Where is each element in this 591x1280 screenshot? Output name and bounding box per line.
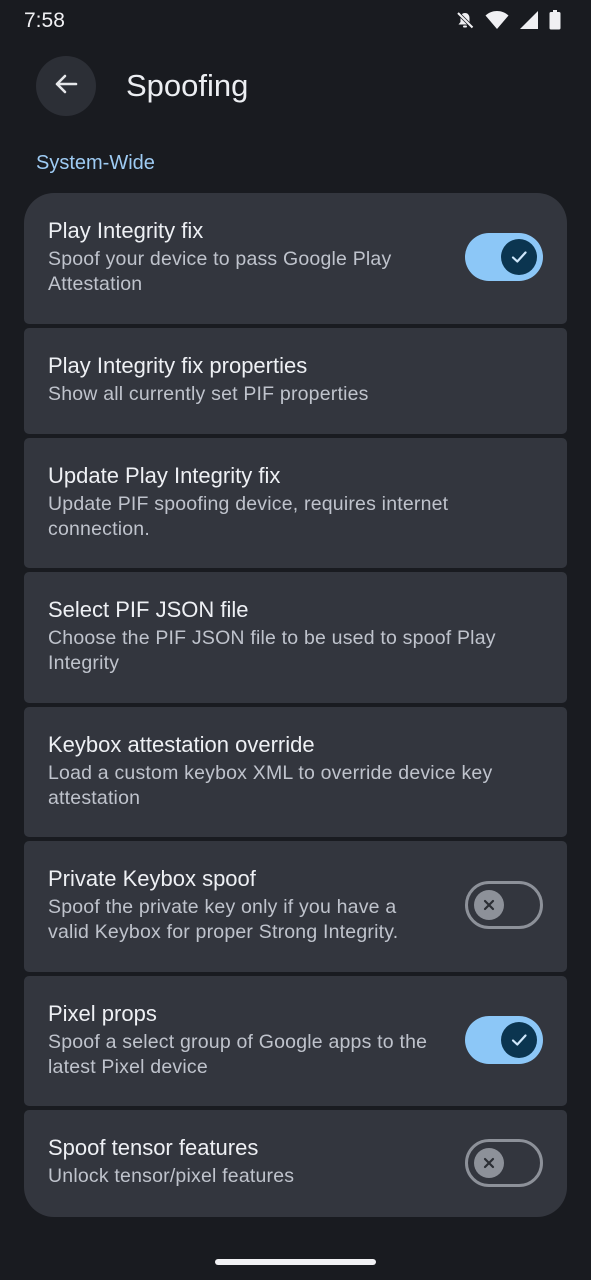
pref-title: Pixel props xyxy=(48,1001,157,1026)
close-icon xyxy=(474,1148,504,1178)
pref-title: Update Play Integrity fix xyxy=(48,463,281,488)
pref-summary: Update PIF spoofing device, requires int… xyxy=(48,493,449,540)
pref-update-pif[interactable]: Update Play Integrity fix Update PIF spo… xyxy=(24,438,567,568)
pixel-props-switch[interactable] xyxy=(465,1016,543,1064)
section-header: System-Wide xyxy=(36,152,155,174)
pref-summary: Show all currently set PIF properties xyxy=(48,383,369,405)
close-icon xyxy=(474,890,504,920)
arrow-back-icon xyxy=(52,70,80,103)
check-icon xyxy=(501,1022,537,1058)
preference-list: Play Integrity fix Spoof your device to … xyxy=(24,193,567,1217)
status-time: 7:58 xyxy=(24,9,65,32)
app-bar: Spoofing xyxy=(0,56,591,116)
pref-title: Keybox attestation override xyxy=(48,732,315,757)
pref-summary: Choose the PIF JSON file to be used to s… xyxy=(48,627,496,674)
pref-select-pif-json[interactable]: Select PIF JSON file Choose the PIF JSON… xyxy=(24,572,567,703)
pref-spoof-tensor-features[interactable]: Spoof tensor features Unlock tensor/pixe… xyxy=(24,1110,567,1217)
page-title: Spoofing xyxy=(126,68,249,103)
battery-icon xyxy=(549,10,561,30)
wifi-icon xyxy=(485,10,509,30)
back-button[interactable] xyxy=(36,56,96,116)
mute-icon xyxy=(455,10,475,30)
cellular-signal-icon xyxy=(519,10,539,30)
pref-title: Play Integrity fix xyxy=(48,218,204,243)
pref-pif-properties[interactable]: Play Integrity fix properties Show all c… xyxy=(24,328,567,434)
pref-private-keybox-spoof[interactable]: Private Keybox spoof Spoof the private k… xyxy=(24,841,567,972)
pref-keybox-override[interactable]: Keybox attestation override Load a custo… xyxy=(24,707,567,837)
check-icon xyxy=(501,239,537,275)
private-keybox-spoof-switch[interactable] xyxy=(465,881,543,929)
status-bar: 7:58 xyxy=(0,0,591,44)
status-icons xyxy=(455,10,561,30)
home-indicator[interactable] xyxy=(215,1259,376,1265)
pref-pixel-props[interactable]: Pixel props Spoof a select group of Goog… xyxy=(24,976,567,1106)
pref-summary: Load a custom keybox XML to override dev… xyxy=(48,762,493,809)
pref-title: Select PIF JSON file xyxy=(48,597,249,622)
spoof-tensor-features-switch[interactable] xyxy=(465,1139,543,1187)
pref-play-integrity-fix[interactable]: Play Integrity fix Spoof your device to … xyxy=(24,193,567,324)
pref-title: Play Integrity fix properties xyxy=(48,353,308,378)
play-integrity-fix-switch[interactable] xyxy=(465,233,543,281)
pref-title: Private Keybox spoof xyxy=(48,866,256,891)
